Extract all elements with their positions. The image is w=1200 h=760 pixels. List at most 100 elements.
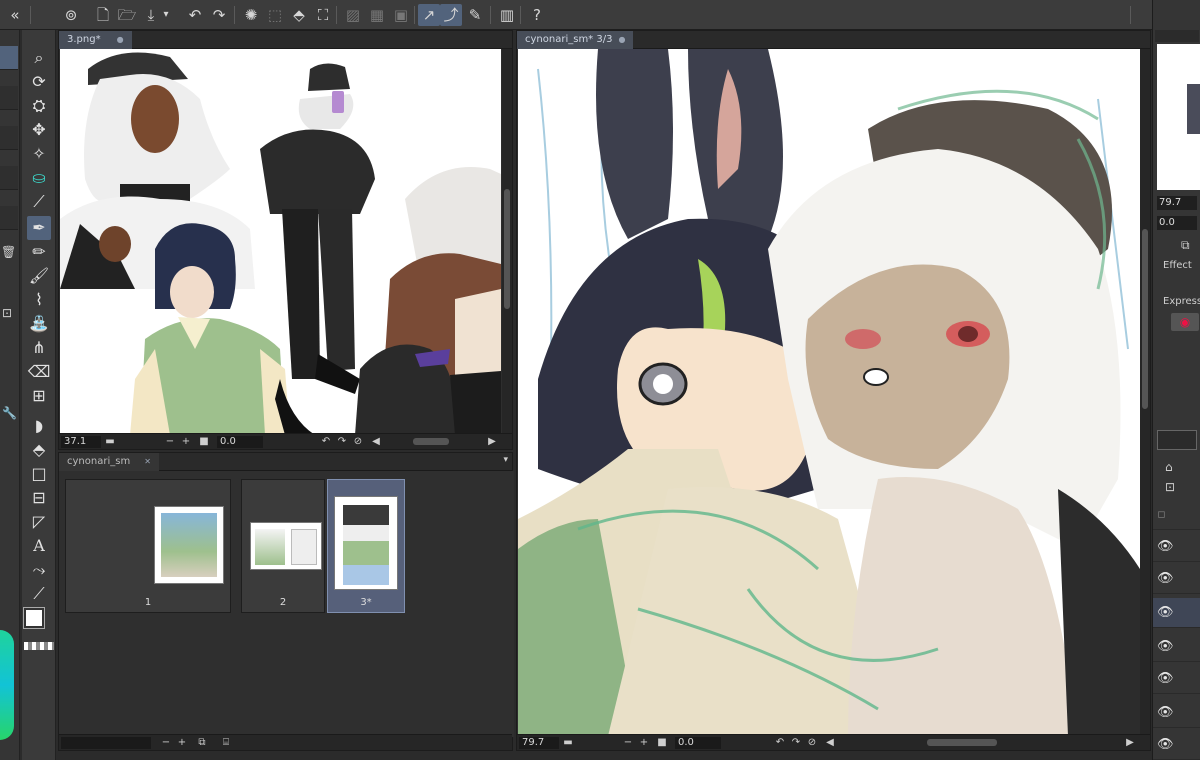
tab-cynonari-sm[interactable]: cynonari_sm ✕ (59, 453, 159, 471)
close-icon[interactable]: ✕ (144, 457, 151, 466)
page-thumbnail-selected[interactable]: 3* (327, 479, 405, 613)
tablet-icon[interactable]: ▥ (496, 4, 518, 26)
eyedropper-icon[interactable]: ⟋ (27, 190, 51, 214)
angle-readout[interactable]: 0.0 (675, 737, 721, 749)
stabilizer-icon[interactable]: ↗ (418, 4, 440, 26)
brush-tool-icon[interactable]: 🖌 (27, 264, 51, 288)
zoom-in-icon[interactable]: + (637, 736, 651, 750)
eye-icon[interactable]: 👁 (1157, 705, 1174, 720)
auto-select-icon[interactable]: ⛀ (27, 166, 51, 190)
fill-icon[interactable]: ⬘ (288, 4, 310, 26)
reset-rotation-icon[interactable]: ⊘ (351, 435, 365, 449)
scroll-right-icon[interactable]: ▶ (485, 435, 499, 449)
pen-curve-icon[interactable]: ⤴ (440, 4, 462, 26)
layer-row-selected[interactable]: 👁 (1153, 598, 1200, 628)
correct-line-icon[interactable]: ⟋ (27, 582, 51, 606)
trash-icon[interactable]: 🗑 (1, 245, 16, 259)
color-wheel[interactable] (0, 630, 14, 740)
decoration-icon[interactable]: ⋔ (27, 336, 51, 360)
artwork-canvas[interactable] (518, 49, 1140, 736)
zoom-readout[interactable]: 79.7 (519, 737, 559, 749)
navigator-preview[interactable] (1157, 44, 1200, 190)
transparent-color-swatch[interactable] (24, 642, 54, 650)
blend-tool-icon[interactable]: ◗ (27, 414, 51, 438)
layers-icon[interactable]: ⧉ (1181, 238, 1190, 253)
artwork-canvas[interactable] (60, 49, 501, 435)
palette-tab[interactable] (0, 166, 18, 190)
airbrush-icon[interactable]: ⌇ (27, 288, 51, 312)
navigator-angle-field[interactable]: 0.0 (1157, 216, 1197, 230)
angle-readout[interactable]: 0.0 (217, 436, 263, 448)
rotate-tool-icon[interactable]: ⟳ (27, 70, 51, 94)
scrollbar-thumb[interactable] (504, 189, 510, 309)
vertical-scrollbar[interactable] (502, 49, 512, 433)
scroll-left-icon[interactable]: ◀ (369, 435, 383, 449)
layer-mask-icon[interactable]: ⊡ (1165, 480, 1175, 494)
rotate-left-icon[interactable]: ↶ (773, 736, 787, 750)
zoom-slider[interactable]: ▬ (103, 435, 117, 449)
layer-row[interactable]: ▫ (1153, 500, 1200, 530)
operation-tool-icon[interactable]: ⛭ (27, 94, 51, 118)
zoom-in-icon[interactable]: + (179, 435, 193, 449)
zoom-out-icon[interactable]: − (163, 435, 177, 449)
thumbnail-size-slider[interactable] (61, 737, 151, 749)
palette-tab[interactable] (0, 206, 18, 230)
zoom-slider[interactable]: ▬ (561, 736, 575, 750)
eye-icon[interactable]: 👁 (1157, 737, 1174, 752)
snap-grid-icon[interactable]: ▦ (366, 4, 388, 26)
save-icon[interactable]: ⤓ (140, 4, 162, 26)
blend-mode-select[interactable] (1157, 430, 1197, 450)
zoom-tool-icon[interactable]: ⌕ (27, 46, 51, 70)
open-folder-icon[interactable]: 🗁 (116, 4, 138, 26)
layer-row[interactable]: 👁 (1153, 564, 1200, 594)
new-file-icon[interactable]: 🗋 (92, 4, 114, 26)
palette-tab[interactable] (0, 126, 18, 150)
chevron-down-icon[interactable]: ▾ (160, 4, 172, 26)
close-dot-icon[interactable]: ● (117, 35, 124, 44)
horizontal-scrollbar-thumb[interactable] (413, 438, 449, 445)
layer-row[interactable]: 👁 (1153, 730, 1200, 760)
fit-icon[interactable]: ■ (655, 736, 669, 750)
loading-icon[interactable]: ✺ (240, 4, 262, 26)
text-tool-icon[interactable]: A (27, 534, 51, 558)
page-layout-icon[interactable]: ⧉ (195, 736, 209, 750)
rotate-right-icon[interactable]: ↷ (789, 736, 803, 750)
eye-icon[interactable]: 👁 (1157, 671, 1174, 686)
move-tool-icon[interactable]: ✥ (27, 118, 51, 142)
help-icon[interactable]: ? (526, 4, 548, 26)
zoom-out-icon[interactable]: − (159, 736, 173, 750)
navigator-zoom-field[interactable]: 79.7 (1157, 196, 1197, 210)
transform-icon[interactable]: ⛶ (312, 4, 334, 26)
snap-off-icon[interactable]: ▨ (342, 4, 364, 26)
horizontal-scrollbar-thumb[interactable] (927, 739, 997, 746)
balloon-tool-icon[interactable]: ⤳ (27, 558, 51, 582)
scroll-right-icon[interactable]: ▶ (1123, 736, 1137, 750)
redo-icon[interactable]: ↷ (208, 4, 230, 26)
layer-row[interactable]: 👁 (1153, 632, 1200, 662)
snap-ruler-icon[interactable]: ▣ (390, 4, 412, 26)
tab-cynonari-sm-3[interactable]: cynonari_sm* 3/3 ● (517, 31, 634, 49)
palette-tab[interactable] (0, 46, 18, 70)
eye-icon[interactable]: 👁 (1157, 571, 1174, 586)
rotate-left-icon[interactable]: ↶ (319, 435, 333, 449)
ruler-tool-icon[interactable]: ◸ (27, 510, 51, 534)
rotate-right-icon[interactable]: ↷ (335, 435, 349, 449)
eye-hidden-icon[interactable]: ▫ (1157, 507, 1166, 522)
page-thumbnail[interactable]: 1 (65, 479, 231, 613)
wrench-icon[interactable]: 🔧 (2, 406, 17, 420)
layer-row[interactable]: 👁 (1153, 664, 1200, 694)
zoom-out-icon[interactable]: − (621, 736, 635, 750)
magic-wand-icon[interactable]: ✧ (27, 142, 51, 166)
eye-icon[interactable]: 👁 (1157, 639, 1174, 654)
scrollbar-thumb[interactable] (1142, 229, 1148, 409)
layer-tool-icon[interactable]: ⌂ (1165, 460, 1173, 474)
color-mode-button[interactable]: ◉ (1171, 313, 1199, 331)
pen-edit-icon[interactable]: ✎ (464, 4, 486, 26)
frame-tool-icon[interactable]: ⊟ (27, 486, 51, 510)
page-settings-icon[interactable]: ⌸ (219, 736, 233, 750)
zoom-in-icon[interactable]: + (175, 736, 189, 750)
reset-rotation-icon[interactable]: ⊘ (805, 736, 819, 750)
vertical-scrollbar[interactable] (1140, 49, 1150, 734)
page-thumbnail[interactable]: 2 (241, 479, 325, 613)
pen-tool-icon[interactable]: ✒ (27, 216, 51, 240)
